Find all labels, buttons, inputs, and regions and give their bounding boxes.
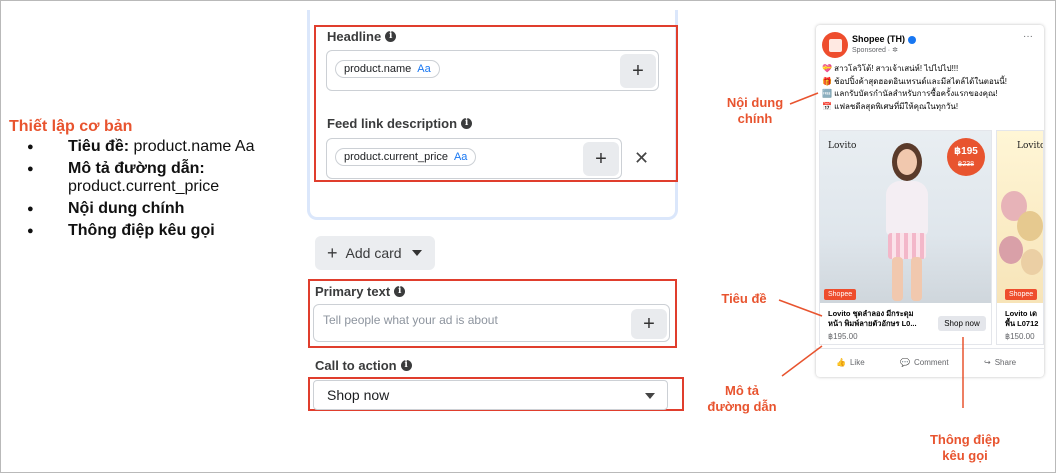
arrow-main-content — [789, 92, 819, 105]
arrow-headline — [778, 299, 823, 317]
arrow-link-description — [781, 345, 823, 377]
callout-arrows — [778, 92, 964, 408]
